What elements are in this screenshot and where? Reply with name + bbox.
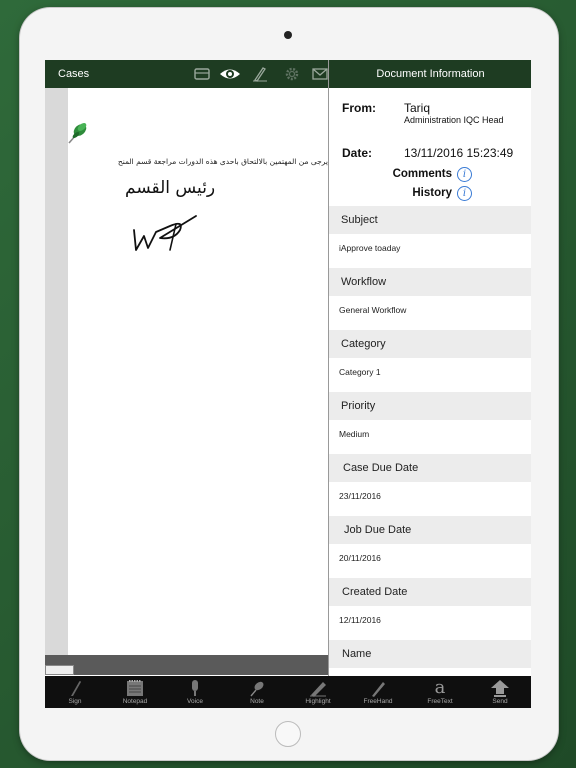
comments-row[interactable]: Comments i bbox=[329, 166, 531, 184]
comments-label: Comments bbox=[392, 168, 452, 180]
tool-note-label: Note bbox=[250, 698, 264, 705]
comments-info-icon[interactable]: i bbox=[457, 167, 472, 182]
tool-freehand[interactable]: FreeHand bbox=[348, 676, 408, 708]
field-case-due-date-value[interactable]: 23/11/2016 bbox=[329, 482, 531, 516]
card-icon[interactable] bbox=[193, 65, 211, 83]
tool-highlight[interactable]: Highlight bbox=[288, 676, 348, 708]
history-label: History bbox=[412, 187, 452, 199]
pen-icon bbox=[71, 681, 81, 696]
field-job-due-date-label: Job Due Date bbox=[329, 516, 531, 544]
app-screen: Cases يرجى من المهتمين بالالتحاق باحدى ه… bbox=[45, 60, 531, 708]
eye-icon[interactable] bbox=[219, 65, 241, 83]
mail-icon[interactable] bbox=[311, 65, 329, 83]
pushpin-icon[interactable] bbox=[65, 120, 91, 146]
field-category-label: Category bbox=[329, 330, 531, 358]
field-category-value[interactable]: Category 1 bbox=[329, 358, 531, 392]
notepad-icon bbox=[127, 680, 143, 696]
tool-send-label: Send bbox=[492, 698, 508, 705]
field-name-label: Name bbox=[329, 640, 531, 668]
tool-voice-label: Voice bbox=[187, 698, 203, 705]
page-scroll-handle[interactable] bbox=[45, 665, 74, 675]
date-value: 13/11/2016 15:23:49 bbox=[404, 146, 514, 160]
cases-button[interactable]: Cases bbox=[58, 68, 89, 80]
from-role: Administration IQC Head bbox=[404, 115, 504, 125]
gear-icon[interactable] bbox=[283, 65, 301, 83]
field-created-date-label: Created Date bbox=[329, 578, 531, 606]
field-created-date-value[interactable]: 12/11/2016 bbox=[329, 606, 531, 640]
field-case-due-date-label: Case Due Date bbox=[329, 454, 531, 482]
tool-send[interactable]: Send bbox=[470, 676, 530, 708]
bottom-toolbar: Sign Notepad Voice Note Highlight FreeHa… bbox=[45, 676, 531, 708]
tool-notepad-label: Notepad bbox=[122, 698, 148, 705]
handwritten-signature bbox=[133, 215, 197, 251]
from-label: From: bbox=[342, 101, 376, 115]
tool-sign[interactable]: Sign bbox=[45, 676, 105, 708]
field-name-value[interactable] bbox=[329, 668, 531, 676]
document-text-line: يرجى من المهتمين بالالتحاق باحدى هذه الد… bbox=[117, 157, 328, 166]
microphone-icon bbox=[192, 680, 198, 696]
field-workflow-label: Workflow bbox=[329, 268, 531, 296]
field-subject-value[interactable]: iApprove toaday bbox=[329, 234, 531, 268]
home-button[interactable] bbox=[275, 721, 301, 747]
tool-note[interactable]: Note bbox=[227, 676, 287, 708]
tool-highlight-label: Highlight bbox=[305, 698, 331, 705]
tool-voice[interactable]: Voice bbox=[165, 676, 225, 708]
field-workflow-value[interactable]: General Workflow bbox=[329, 296, 531, 330]
document-info-panel: Document Information From: Tariq Adminis… bbox=[328, 60, 531, 676]
field-job-due-date-value[interactable]: 20/11/2016 bbox=[329, 544, 531, 578]
document-view[interactable]: يرجى من المهتمين بالالتحاق باحدى هذه الد… bbox=[45, 88, 328, 655]
page-strip bbox=[45, 655, 328, 675]
date-label: Date: bbox=[342, 146, 373, 160]
camera bbox=[284, 31, 292, 39]
history-row[interactable]: History i bbox=[329, 185, 531, 203]
document-signatory-title: رئيس القسم bbox=[125, 178, 216, 198]
field-priority-label: Priority bbox=[329, 392, 531, 420]
pencil-icon bbox=[372, 682, 385, 697]
tool-freehand-label: FreeHand bbox=[363, 698, 393, 705]
pin-icon bbox=[250, 681, 264, 697]
tool-sign-label: Sign bbox=[68, 698, 82, 705]
tool-freetext-label: FreeText bbox=[427, 698, 453, 705]
text-a-icon: a bbox=[434, 677, 446, 698]
field-priority-value[interactable]: Medium bbox=[329, 420, 531, 454]
panel-title: Document Information bbox=[329, 60, 531, 88]
tool-notepad[interactable]: Notepad bbox=[105, 676, 165, 708]
upload-arrow-icon bbox=[491, 680, 509, 697]
tool-freetext[interactable]: a FreeText bbox=[410, 676, 470, 708]
highlighter-icon bbox=[310, 682, 326, 697]
field-subject-label: Subject bbox=[329, 206, 531, 234]
document-margin bbox=[45, 88, 68, 655]
history-info-icon[interactable]: i bbox=[457, 186, 472, 201]
from-name: Tariq bbox=[404, 101, 431, 115]
signature-pen-icon[interactable] bbox=[251, 65, 269, 83]
